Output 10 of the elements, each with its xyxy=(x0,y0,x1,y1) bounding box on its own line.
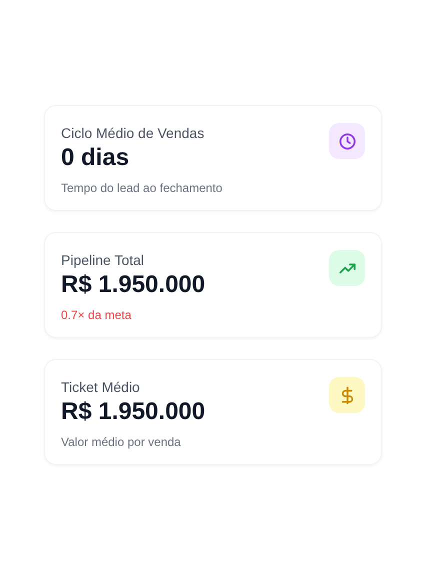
card-title: Pipeline Total xyxy=(61,252,146,268)
card-note: 0.7× da meta xyxy=(61,308,132,322)
card-note: Valor médio por venda xyxy=(61,435,182,449)
card-value: R$ 1.950.000 xyxy=(61,271,206,299)
card-note: Tempo do lead ao fechamento xyxy=(61,181,222,195)
card-title: Ciclo Médio de Vendas xyxy=(61,125,206,141)
card-value: 0 dias xyxy=(61,144,130,172)
card-value: R$ 1.950.000 xyxy=(61,398,206,426)
card-title: Ticket Médio xyxy=(61,379,141,395)
clock-icon xyxy=(338,132,356,150)
